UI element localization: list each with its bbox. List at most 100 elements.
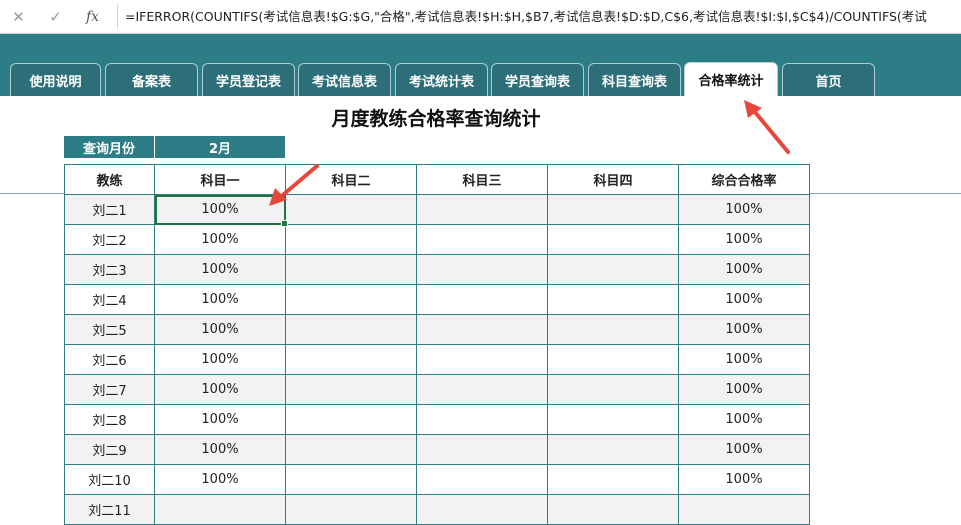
cell-subject-1[interactable] (154, 494, 286, 525)
cell-subject-3[interactable] (416, 224, 548, 255)
cell-subject-2[interactable] (285, 224, 417, 255)
cell-subject-2[interactable] (285, 464, 417, 495)
cell-subject-2[interactable] (285, 434, 417, 465)
formula-bar: ✕ ✓ fx =IFERROR(COUNTIFS(考试信息表!$G:$G,"合格… (0, 0, 961, 34)
table-row: 刘二5 100% 100% (64, 314, 810, 345)
cell-coach[interactable]: 刘二5 (64, 314, 155, 345)
cancel-icon[interactable]: ✕ (0, 8, 37, 26)
cell-subject-1[interactable]: 100% (154, 224, 286, 255)
cell-subject-1[interactable]: 100% (154, 194, 288, 227)
cell-subject-2[interactable] (285, 254, 417, 285)
annotation-arrow-tab (744, 100, 790, 154)
cell-overall-rate[interactable] (678, 494, 810, 525)
tab-registry[interactable]: 备案表 (105, 63, 198, 96)
formula-input[interactable]: =IFERROR(COUNTIFS(考试信息表!$G:$G,"合格",考试信息表… (125, 0, 927, 33)
cell-coach[interactable]: 刘二8 (64, 404, 155, 435)
tab-subject-query[interactable]: 科目查询表 (588, 63, 681, 96)
cell-subject-2[interactable] (285, 314, 417, 345)
cell-coach[interactable]: 刘二11 (64, 494, 155, 525)
cell-subject-4[interactable] (547, 254, 679, 285)
cell-overall-rate[interactable]: 100% (678, 194, 810, 225)
confirm-icon[interactable]: ✓ (37, 8, 74, 26)
table-row: 刘二9 100% 100% (64, 434, 810, 465)
cell-coach[interactable]: 刘二1 (64, 194, 155, 225)
cell-overall-rate[interactable]: 100% (678, 404, 810, 435)
insert-function-icon[interactable]: fx (74, 9, 111, 25)
cell-subject-1[interactable]: 100% (154, 374, 286, 405)
cell-subject-3[interactable] (416, 464, 548, 495)
cell-overall-rate[interactable]: 100% (678, 224, 810, 255)
tab-student-query[interactable]: 学员查询表 (491, 63, 584, 96)
cell-coach[interactable]: 刘二7 (64, 374, 155, 405)
cell-subject-4[interactable] (547, 434, 679, 465)
cell-subject-2[interactable] (285, 494, 417, 525)
cell-subject-3[interactable] (416, 314, 548, 345)
cell-subject-2[interactable] (285, 344, 417, 375)
cell-overall-rate[interactable]: 100% (678, 374, 810, 405)
cell-subject-4[interactable] (547, 224, 679, 255)
cell-subject-2[interactable] (285, 374, 417, 405)
header-subject-1: 科目一 (154, 164, 286, 195)
cell-coach[interactable]: 刘二6 (64, 344, 155, 375)
header-coach: 教练 (64, 164, 155, 195)
cell-coach[interactable]: 刘二9 (64, 434, 155, 465)
cell-overall-rate[interactable]: 100% (678, 254, 810, 285)
cell-subject-3[interactable] (416, 434, 548, 465)
cell-subject-3[interactable] (416, 494, 548, 525)
table-row: 刘二8 100% 100% (64, 404, 810, 435)
tab-pass-rate-stats[interactable]: 合格率统计 (684, 62, 778, 96)
table-row: 刘二4 100% 100% (64, 284, 810, 315)
cell-subject-1[interactable]: 100% (154, 284, 286, 315)
header-subject-4: 科目四 (547, 164, 679, 195)
tab-exam-info[interactable]: 考试信息表 (298, 63, 391, 96)
cell-subject-4[interactable] (547, 344, 679, 375)
cell-subject-3[interactable] (416, 344, 548, 375)
page-title: 月度教练合格率查询统计 (331, 108, 541, 130)
cell-subject-2[interactable] (285, 404, 417, 435)
header-subject-2: 科目二 (285, 164, 417, 195)
tab-instructions[interactable]: 使用说明 (10, 63, 101, 96)
cell-subject-3[interactable] (416, 404, 548, 435)
table-header-row: 教练 科目一 科目二 科目三 科目四 综合合格率 (64, 164, 810, 195)
tab-student-register[interactable]: 学员登记表 (202, 63, 295, 96)
table-row: 刘二11 (64, 494, 810, 525)
cell-overall-rate[interactable]: 100% (678, 464, 810, 495)
cell-overall-rate[interactable]: 100% (678, 344, 810, 375)
cell-subject-3[interactable] (416, 284, 548, 315)
cell-subject-1[interactable]: 100% (154, 314, 286, 345)
cell-coach[interactable]: 刘二4 (64, 284, 155, 315)
tab-home[interactable]: 首页 (782, 63, 875, 96)
cell-coach[interactable]: 刘二3 (64, 254, 155, 285)
tab-exam-stats[interactable]: 考试统计表 (395, 63, 488, 96)
cell-subject-3[interactable] (416, 374, 548, 405)
header-subject-3: 科目三 (416, 164, 548, 195)
cell-overall-rate[interactable]: 100% (678, 434, 810, 465)
cell-subject-1[interactable]: 100% (154, 434, 286, 465)
cell-subject-4[interactable] (547, 314, 679, 345)
cell-subject-3[interactable] (416, 194, 548, 225)
table-row: 刘二2 100% 100% (64, 224, 810, 255)
cell-subject-2[interactable] (285, 194, 417, 225)
cell-subject-4[interactable] (547, 194, 679, 225)
cell-subject-4[interactable] (547, 494, 679, 525)
cell-subject-1[interactable]: 100% (154, 254, 286, 285)
cell-coach[interactable]: 刘二10 (64, 464, 155, 495)
cell-subject-4[interactable] (547, 374, 679, 405)
query-month-label: 查询月份 (64, 136, 154, 158)
formula-bar-icons: ✕ ✓ fx (0, 0, 118, 33)
cell-subject-3[interactable] (416, 254, 548, 285)
cell-subject-4[interactable] (547, 284, 679, 315)
cell-subject-1[interactable]: 100% (154, 464, 286, 495)
table-row: 刘二3 100% 100% (64, 254, 810, 285)
cell-overall-rate[interactable]: 100% (678, 284, 810, 315)
cell-subject-1[interactable]: 100% (154, 344, 286, 375)
cell-subject-1[interactable]: 100% (154, 404, 286, 435)
query-month-value[interactable]: 2月 (155, 136, 285, 158)
cell-coach[interactable]: 刘二2 (64, 224, 155, 255)
cell-subject-2[interactable] (285, 284, 417, 315)
cell-overall-rate[interactable]: 100% (678, 314, 810, 345)
header-overall-rate: 综合合格率 (678, 164, 810, 195)
cell-subject-4[interactable] (547, 404, 679, 435)
fill-handle[interactable] (281, 220, 288, 227)
cell-subject-4[interactable] (547, 464, 679, 495)
